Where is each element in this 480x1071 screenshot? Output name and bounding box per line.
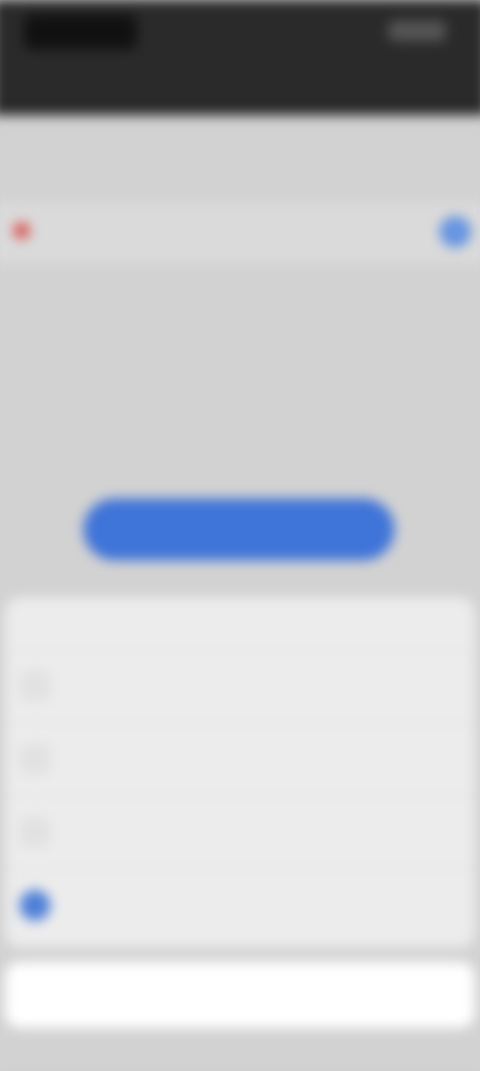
action-sheet-item-4[interactable]	[5, 868, 475, 941]
top-bar	[0, 0, 480, 116]
info-icon[interactable]: i	[439, 216, 471, 248]
input-row[interactable]: i	[0, 201, 480, 264]
error-indicator-icon	[13, 222, 30, 239]
item-icon-blue	[19, 889, 51, 921]
status-indicators	[388, 20, 446, 42]
app-screen: i	[0, 0, 480, 1071]
action-sheet-title	[5, 597, 475, 649]
action-sheet-item-1[interactable]	[5, 648, 475, 722]
primary-button[interactable]	[83, 498, 395, 561]
item-icon	[19, 743, 51, 775]
placeholder-icon	[225, 416, 256, 447]
action-sheet	[5, 597, 475, 948]
status-time	[23, 14, 137, 50]
action-sheet-item-2[interactable]	[5, 722, 475, 795]
item-icon	[19, 816, 51, 848]
cancel-button[interactable]	[5, 962, 475, 1028]
action-sheet-item-3[interactable]	[5, 795, 475, 868]
item-icon	[19, 670, 51, 702]
